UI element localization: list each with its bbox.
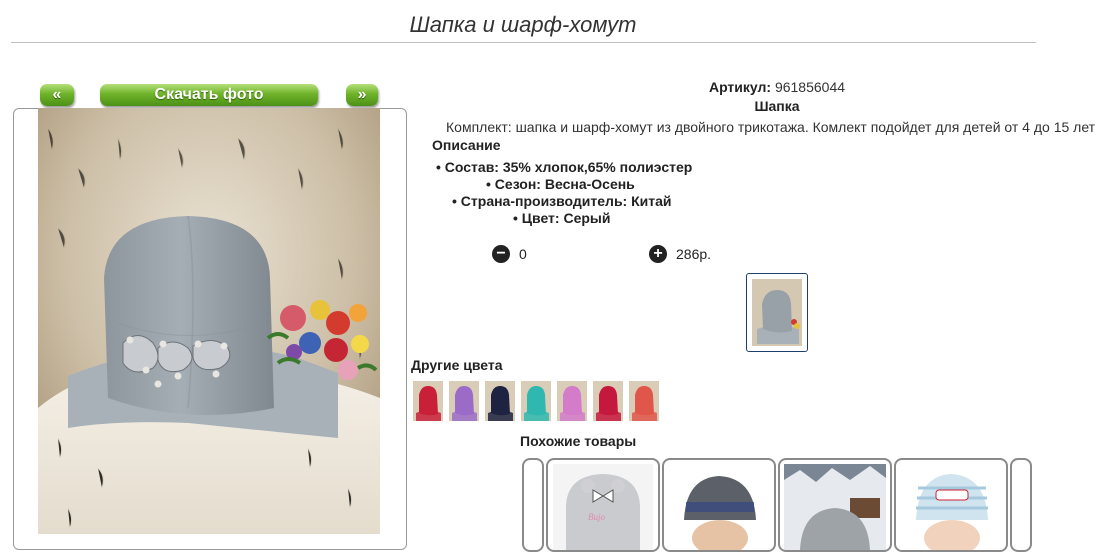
product-summary: Комплект: шапка и шарф-хомут из двойного… [446,119,1096,135]
title-divider [11,42,1036,43]
similar-scroll-right[interactable] [1010,458,1032,552]
color-swatch[interactable] [629,381,659,421]
color-swatch[interactable] [521,381,551,421]
svg-text:Bujo: Bujo [588,512,605,522]
quantity-value: 0 [519,246,527,262]
spec-item: Цвет: Серый [513,210,611,226]
price-value: 286р. [676,246,712,262]
plus-circle-icon[interactable]: + [649,245,667,263]
color-swatch[interactable] [557,381,587,421]
color-swatch[interactable] [593,381,623,421]
page-title: Шапка и шарф-хомут [409,12,637,37]
other-colors-heading: Другие цвета [411,357,503,373]
prev-photo-button[interactable]: « [40,84,74,106]
similar-heading: Похожие товары [520,433,637,449]
minus-circle-icon[interactable]: − [492,245,510,263]
similar-product-card[interactable]: Bujo [546,458,660,552]
product-photo[interactable] [38,108,380,534]
similar-product-card[interactable] [778,458,892,552]
color-swatch[interactable] [449,381,479,421]
color-swatch[interactable] [413,381,443,421]
similar-scroll-left[interactable] [522,458,544,552]
category-label: Шапка [754,98,800,114]
spec-item: Состав: 35% хлопок,65% полиэстер [436,159,693,175]
similar-product-card[interactable] [894,458,1008,552]
download-photo-button[interactable]: Скачать фото [100,84,318,106]
article-row: Артикул: 961856044 [416,79,1117,95]
spec-item: Страна-производитель: Китай [452,193,672,209]
next-photo-button[interactable]: » [346,84,378,106]
description-heading: Описание [432,137,501,153]
similar-product-card[interactable] [662,458,776,552]
selected-thumbnail[interactable] [746,273,808,352]
color-swatch[interactable] [485,381,515,421]
spec-item: Сезон: Весна-Осень [486,176,635,192]
article-value: 961856044 [774,79,846,95]
article-label: Артикул: [708,79,772,95]
